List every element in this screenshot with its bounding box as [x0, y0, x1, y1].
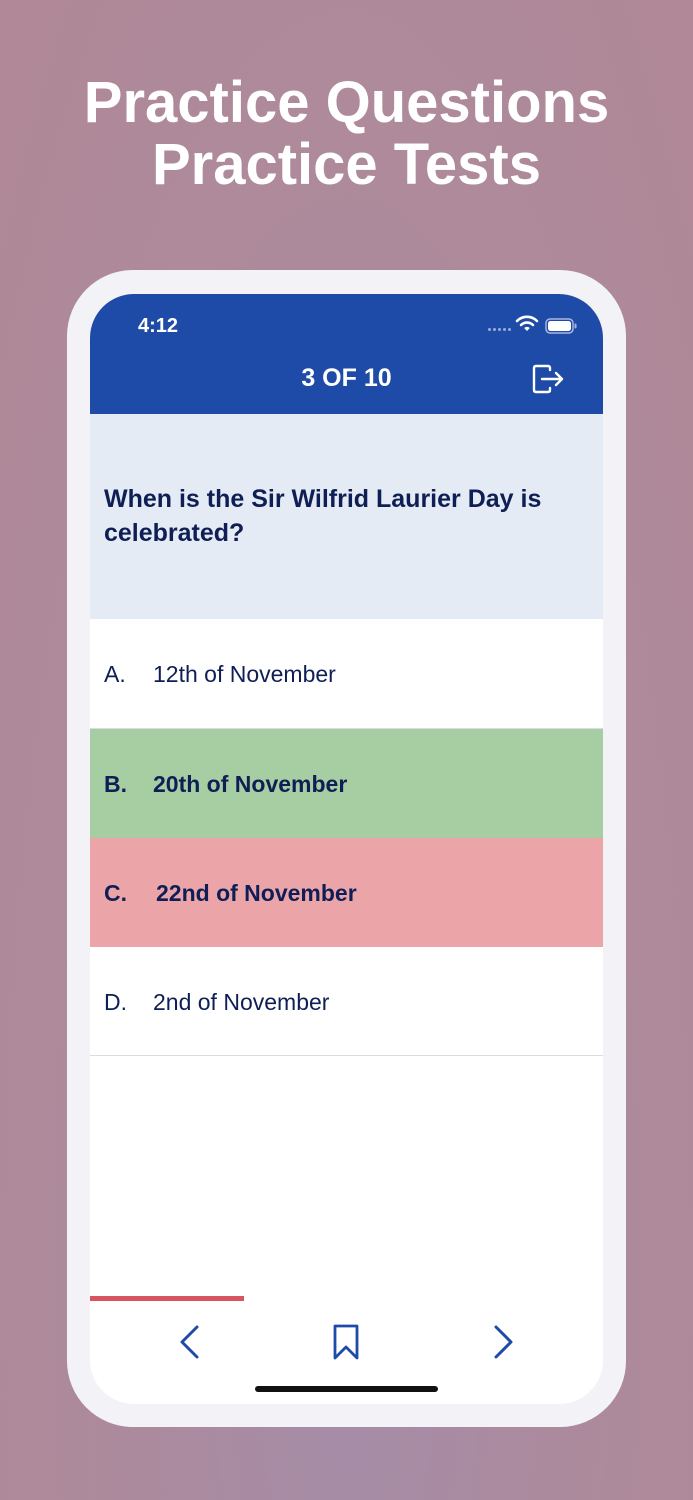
- home-indicator: [255, 1386, 438, 1392]
- answer-text: 22nd of November: [156, 880, 357, 906]
- answer-option-b[interactable]: B. 20th of November: [90, 729, 603, 838]
- wifi-icon: [515, 315, 539, 331]
- promo-line-2: Practice Tests: [151, 132, 542, 197]
- question-counter: 3 OF 10: [301, 364, 392, 392]
- question-panel: When is the Sir Wilfrid Laurier Day is c…: [90, 414, 603, 619]
- answer-letter: B.: [104, 771, 127, 797]
- phone-screen: 4:12 3 OF 10 When is the Sir Wilfrid Lau…: [90, 294, 603, 1404]
- answer-text: 12th of November: [153, 661, 336, 687]
- answer-text: 2nd of November: [153, 989, 330, 1015]
- answer-letter: A.: [104, 661, 126, 687]
- cellular-signal-icon: [488, 328, 511, 332]
- answer-option-a[interactable]: A. 12th of November: [90, 619, 603, 728]
- promo-headline: Practice Questions Practice Tests: [0, 72, 693, 196]
- chevron-right-icon[interactable]: [483, 1322, 523, 1362]
- divider: [90, 728, 603, 729]
- question-text: When is the Sir Wilfrid Laurier Day is c…: [104, 485, 542, 547]
- status-time: 4:12: [138, 315, 179, 337]
- answer-text: 20th of November: [153, 771, 348, 797]
- promo-line-1: Practice Questions: [83, 70, 610, 135]
- bookmark-icon[interactable]: [326, 1322, 366, 1362]
- divider: [90, 1055, 603, 1056]
- battery-icon: [545, 318, 577, 334]
- answer-letter: C.: [104, 880, 127, 906]
- exit-icon[interactable]: [530, 364, 566, 394]
- answer-letter: D.: [104, 989, 127, 1015]
- progress-bar: [90, 1296, 603, 1301]
- answer-option-c[interactable]: C. 22nd of November: [90, 838, 603, 947]
- app-header: 4:12 3 OF 10: [90, 294, 603, 414]
- progress-fill: [90, 1296, 244, 1301]
- answer-option-d[interactable]: D. 2nd of November: [90, 947, 603, 1056]
- chevron-left-icon[interactable]: [170, 1322, 210, 1362]
